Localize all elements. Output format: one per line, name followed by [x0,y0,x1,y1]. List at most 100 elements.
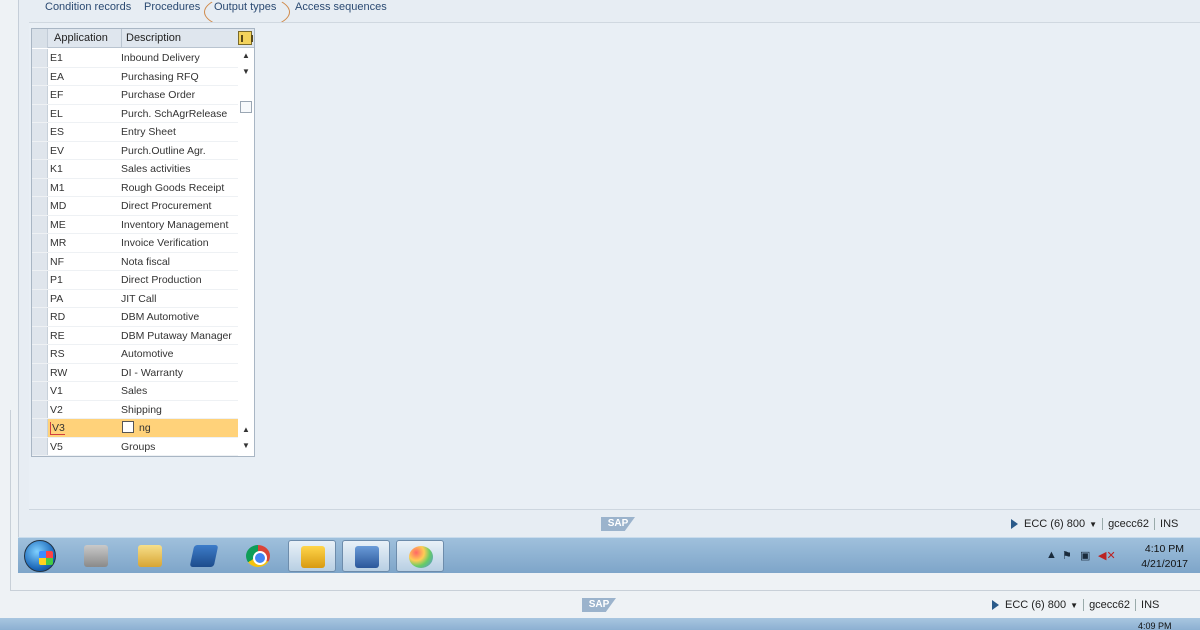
row-selector[interactable] [32,104,48,122]
status-bar: ECC (6) 800 ▼ gcecc62 INS [1011,518,1178,531]
column-settings-icon[interactable] [238,31,253,45]
table-row[interactable]: RE DBM Putaway Manager [32,326,238,345]
row-selector[interactable] [32,326,48,344]
server-info: gcecc62 [1108,518,1150,530]
cell-description: Shipping [121,403,162,416]
row-selector[interactable] [32,289,48,307]
sap-logo: SAP [601,517,635,531]
row-selector[interactable] [32,67,48,85]
word-icon [355,546,379,568]
row-selector[interactable] [32,178,48,196]
cell-application: EF [50,89,64,101]
taskbar: ▲ ⚑ ▣ ◀✕ 4:10 PM 4/21/2017 [18,537,1200,573]
network-icon[interactable]: ▣ [1080,549,1090,562]
dropdown-icon[interactable]: ▼ [1070,601,1078,610]
row-selector[interactable] [32,197,48,215]
select-all-cell[interactable] [32,29,48,48]
show-hidden-icons-icon[interactable]: ▲ [1046,549,1057,561]
flag-icon[interactable]: ⚑ [1062,549,1072,562]
table-row[interactable]: ES Entry Sheet [32,123,238,142]
server-info: gcecc62 [1089,599,1131,611]
cell-application: M1 [50,181,65,194]
start-button[interactable] [24,540,56,572]
cell-description: Invoice Verification [121,237,209,249]
scroll-down-icon[interactable]: ▼ [242,441,250,450]
scrollbar-lower[interactable]: ▲ ▼ [239,421,254,455]
row-selector[interactable] [32,215,48,233]
row-selector[interactable] [32,345,48,363]
divider [1135,599,1137,612]
taskbar-app-paint[interactable] [396,540,444,572]
row-selector[interactable] [32,141,48,159]
table-row[interactable]: V1 Sales [32,382,238,401]
table-row[interactable]: ME Inventory Management [32,215,238,234]
table-row[interactable]: MD Direct Procurement [32,197,238,216]
taskbar-app-chrome[interactable] [234,540,282,572]
column-divider[interactable] [121,29,122,48]
table-row[interactable]: V2 Shipping [32,400,238,419]
table-row[interactable]: NF Nota fiscal [32,252,238,271]
scroll-down-icon[interactable]: ▼ [242,67,250,76]
taskbar-app-word[interactable] [342,540,390,572]
row-selector[interactable] [32,252,48,270]
row-selector[interactable] [32,86,48,104]
row-selector[interactable] [32,271,48,289]
table-row[interactable]: MR Invoice Verification [32,234,238,253]
cell-application: RW [50,366,68,379]
taskbar-app-explorer[interactable] [126,540,174,572]
table-row[interactable]: V3 ng [32,419,238,438]
table-body: E1 Inbound Delivery EA Purchasing RFQ EF Purc… [32,49,238,456]
taskbar-app-tools[interactable] [72,540,120,572]
table-row[interactable]: EV Purch.Outline Agr. [32,141,238,160]
clock-time[interactable]: 4:10 PM [1145,543,1184,555]
dropdown-icon[interactable]: ▼ [1089,520,1097,529]
row-selector[interactable] [32,234,48,252]
taskbar-app-sap[interactable] [288,540,336,572]
sap-logon-icon [301,546,325,568]
table-row[interactable]: RW DI - Warranty [32,363,238,382]
table-row[interactable]: M1 Rough Goods Receipt [32,178,238,197]
cell-description: Sales [121,385,148,397]
cell-description: DBM Putaway Manager [121,329,232,342]
scroll-up-icon[interactable]: ▲ [242,51,250,60]
table-row[interactable]: E1 Inbound Delivery [32,49,238,68]
table-row[interactable]: PA JIT Call [32,289,238,308]
column-header-application[interactable]: Application [54,32,108,44]
cell-application: ME [50,218,66,231]
scroll-thumb[interactable] [240,101,252,113]
table-row[interactable]: EF Purchase Order [32,86,238,105]
system-info: ECC (6) 800 [1005,599,1067,611]
system-info: ECC (6) 800 [1024,518,1086,530]
row-selector[interactable] [32,419,48,437]
row-selector[interactable] [32,308,48,326]
play-icon[interactable] [1011,519,1018,530]
tab-output-types[interactable]: Output types [214,1,276,13]
cell-description: DBM Automotive [121,311,200,323]
play-icon[interactable] [992,600,999,611]
tab-access-sequences[interactable]: Access sequences [295,1,387,13]
copy-icon[interactable] [122,421,134,433]
row-selector[interactable] [32,400,48,418]
row-selector[interactable] [32,363,48,381]
row-selector[interactable] [32,382,48,400]
tab-procedures[interactable]: Procedures [144,1,200,13]
tab-condition-records[interactable]: Condition records [45,1,131,13]
table-row[interactable]: K1 Sales activities [32,160,238,179]
taskbar-app-powershell[interactable] [180,540,228,572]
cell-description: Entry Sheet [121,126,176,138]
table-row[interactable]: EL Purch. SchAgrRelease [32,104,238,123]
row-selector[interactable] [32,49,48,67]
row-selector[interactable] [32,160,48,178]
table-row[interactable]: P1 Direct Production [32,271,238,290]
table-row[interactable]: EA Purchasing RFQ [32,67,238,86]
table-row[interactable]: V5 Groups [32,437,238,456]
table-row[interactable]: RD DBM Automotive [32,308,238,327]
row-selector[interactable] [32,123,48,141]
clock-date[interactable]: 4/21/2017 [1141,558,1188,570]
row-selector[interactable] [32,437,48,455]
volume-muted-icon[interactable]: ◀✕ [1098,549,1116,562]
table-row[interactable]: RS Automotive [32,345,238,364]
column-header-description[interactable]: Description [126,32,181,44]
scroll-up-icon[interactable]: ▲ [242,425,250,434]
cell-application: V5 [50,440,63,453]
